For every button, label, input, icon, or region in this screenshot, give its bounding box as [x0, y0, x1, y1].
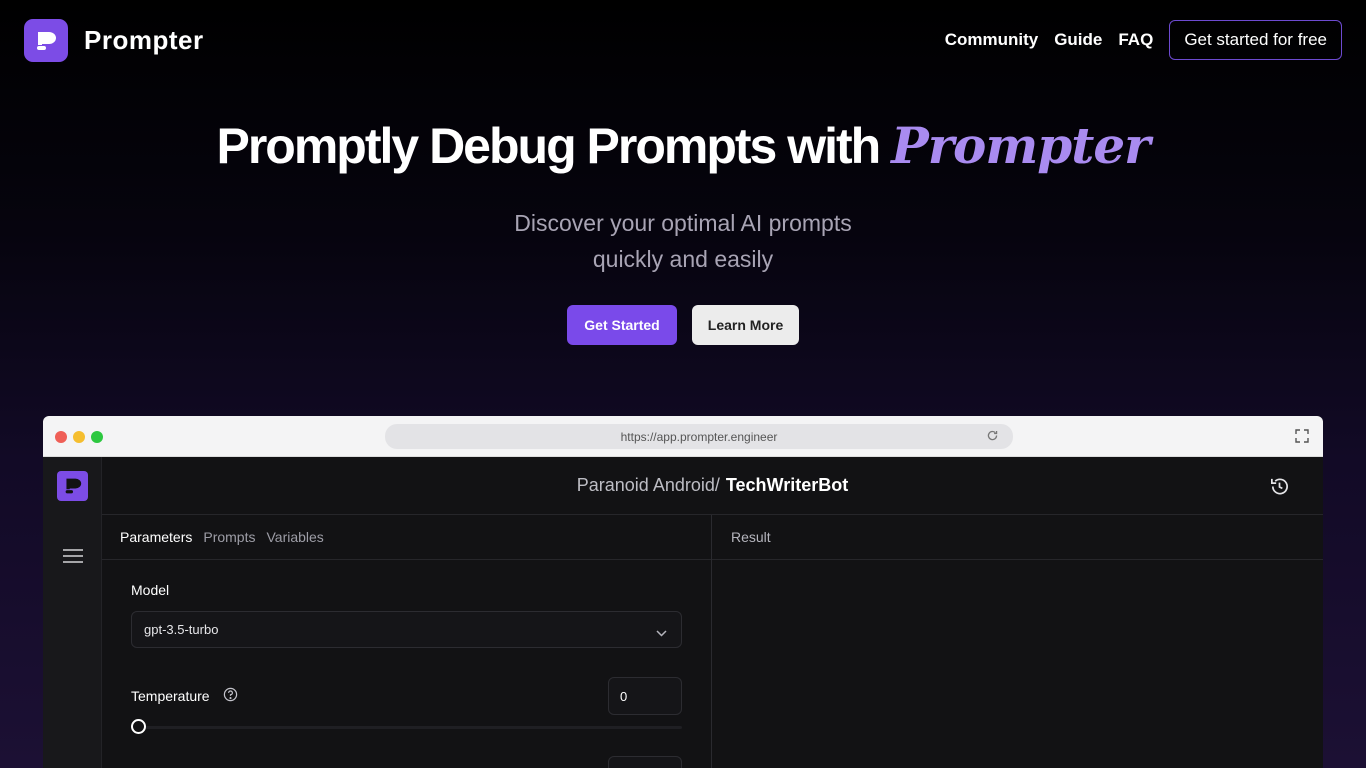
speech-bubble-icon	[24, 19, 68, 62]
model-label: Model	[131, 582, 170, 598]
app-preview-window: https://app.prompter.engineer Paranoid A…	[43, 416, 1323, 768]
top-nav: Prompter Community Guide FAQ Get started…	[0, 0, 1366, 80]
result-header: Result	[712, 515, 1323, 560]
nav-links: Community Guide FAQ Get started for free	[945, 20, 1342, 60]
maximize-window-dot-icon	[91, 431, 103, 443]
get-started-free-button[interactable]: Get started for free	[1169, 20, 1342, 60]
hero-buttons: Get Started Learn More	[0, 305, 1366, 345]
expand-icon	[1295, 429, 1309, 448]
app-sidebar	[43, 457, 102, 768]
app-header: Paranoid Android/ TechWriterBot	[102, 457, 1323, 515]
reload-icon	[986, 429, 999, 445]
temperature-input: 0	[608, 677, 682, 715]
hero-title-accent: Prompter	[891, 116, 1150, 175]
history-icon	[1269, 476, 1290, 502]
nav-link-community[interactable]: Community	[945, 30, 1039, 50]
hero-title-main: Promptly Debug Prompts with	[216, 118, 881, 174]
app-logo-icon	[57, 471, 88, 501]
get-started-button[interactable]: Get Started	[567, 305, 677, 345]
temperature-slider-thumb	[131, 719, 146, 734]
hero-subtitle-line1: Discover your optimal AI prompts	[514, 210, 852, 236]
address-url: https://app.prompter.engineer	[620, 429, 778, 444]
temperature-slider-track	[138, 726, 682, 729]
hero-subtitle: Discover your optimal AI prompts quickly…	[0, 205, 1366, 277]
tab-parameters: Parameters	[120, 529, 193, 545]
learn-more-button[interactable]: Learn More	[692, 305, 799, 345]
chevron-down-icon	[656, 625, 667, 640]
parameter-tabs: Parameters Prompts Variables	[102, 515, 712, 560]
temperature-label: Temperature	[131, 688, 210, 704]
breadcrumb-prefix: Paranoid Android/	[576, 475, 720, 495]
app-screen: Paranoid Android/ TechWriterBot Paramete…	[43, 457, 1323, 768]
help-circle-icon	[223, 687, 238, 707]
brand-name: Prompter	[84, 25, 204, 55]
temperature-value: 0	[620, 688, 628, 704]
breadcrumb-current: TechWriterBot	[725, 475, 849, 495]
tab-variables: Variables	[266, 529, 324, 545]
tab-prompts: Prompts	[203, 529, 256, 545]
hero-title: Promptly Debug Prompts with Prompter	[0, 116, 1366, 175]
nav-link-faq[interactable]: FAQ	[1118, 30, 1153, 50]
model-select-value: gpt-3.5-turbo	[144, 622, 219, 637]
brand[interactable]: Prompter	[24, 19, 204, 62]
hamburger-menu-icon	[63, 548, 83, 569]
nav-link-guide[interactable]: Guide	[1054, 30, 1102, 50]
next-parameter-input	[608, 756, 682, 768]
hero-subtitle-line2: quickly and easily	[592, 246, 774, 272]
browser-toolbar: https://app.prompter.engineer	[43, 416, 1323, 457]
address-bar: https://app.prompter.engineer	[385, 424, 1013, 449]
model-select: gpt-3.5-turbo	[131, 611, 682, 648]
result-label: Result	[731, 529, 771, 545]
close-window-dot-icon	[55, 431, 67, 443]
minimize-window-dot-icon	[73, 431, 85, 443]
